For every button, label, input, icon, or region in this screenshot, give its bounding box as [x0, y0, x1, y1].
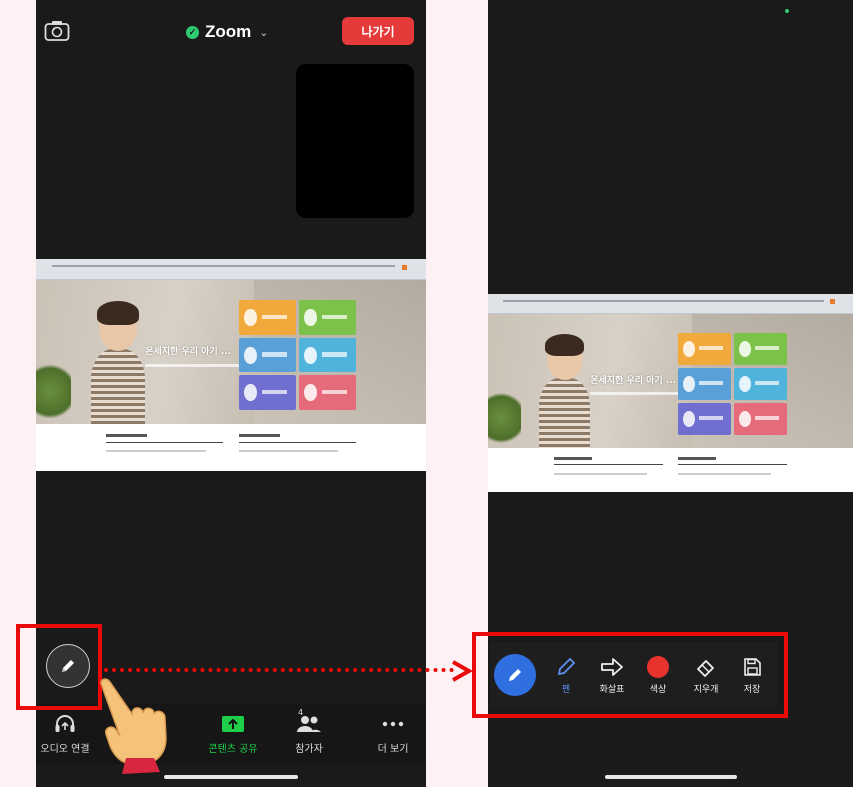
website-hero: 온세지한 우리 아기 ... — [36, 280, 426, 425]
service-tile — [677, 367, 732, 400]
service-tiles — [677, 332, 788, 435]
more-label: 더 보기 — [377, 744, 409, 755]
browser-bar — [36, 259, 426, 281]
hand-pointer-icon — [100, 678, 167, 774]
service-tile — [734, 402, 788, 435]
website-hero: 온세지한 우리 아기 ... — [488, 313, 853, 449]
child-photo — [90, 301, 146, 425]
participants-label: 참가자 — [295, 744, 323, 755]
participants-button[interactable]: 참가자 — [284, 712, 334, 755]
arrow-head-icon — [452, 660, 473, 682]
share-content-label: 콘텐츠 공유 — [208, 744, 258, 755]
self-video-tile — [296, 64, 414, 218]
service-tile — [734, 367, 788, 400]
service-tile — [734, 332, 788, 365]
highlight-box-toolbar — [472, 632, 788, 718]
participants-count-badge: 4 — [298, 708, 304, 717]
status-dot — [785, 9, 789, 13]
service-tile — [677, 402, 732, 435]
service-tile — [238, 375, 296, 410]
shared-screen: 온세지한 우리 아기 ... — [36, 259, 426, 471]
meeting-title[interactable]: ✓ Zoom ⌄ — [186, 22, 269, 42]
audio-connect-label: 오디오 연결 — [40, 744, 90, 755]
home-indicator — [164, 775, 298, 779]
child-photo — [539, 333, 591, 449]
camera-switch-icon[interactable] — [44, 20, 70, 42]
service-tile — [677, 332, 732, 365]
share-screen-icon — [221, 712, 245, 736]
share-content-button[interactable]: 콘텐츠 공유 — [208, 712, 258, 755]
home-indicator — [604, 775, 737, 779]
service-tile — [298, 300, 356, 335]
shield-check-icon: ✓ — [186, 25, 199, 39]
leave-button[interactable]: 나가기 — [342, 17, 414, 45]
website-lower-section — [488, 448, 853, 492]
hero-title: 온세지한 우리 아기 ... — [145, 346, 232, 357]
service-tiles — [238, 300, 356, 410]
service-tile — [238, 337, 296, 373]
website-lower-section — [36, 424, 426, 471]
meeting-title-text: Zoom — [205, 22, 252, 41]
shared-screen: 온세지한 우리 아기 ... — [488, 294, 853, 492]
browser-bar — [488, 294, 853, 314]
ellipsis-icon — [382, 712, 404, 736]
headphones-icon — [54, 712, 76, 736]
service-tile — [298, 375, 356, 410]
more-button[interactable]: 더 보기 — [368, 712, 418, 755]
dotted-connector — [104, 668, 454, 672]
service-tile — [238, 300, 296, 335]
service-tile — [298, 337, 356, 373]
hero-title: 온세지한 우리 아기 ... — [590, 376, 677, 387]
audio-connect-button[interactable]: 오디오 연결 — [40, 712, 90, 755]
chevron-down-icon: ⌄ — [259, 26, 269, 39]
top-bar: ✓ Zoom ⌄ 나가기 — [36, 0, 426, 62]
